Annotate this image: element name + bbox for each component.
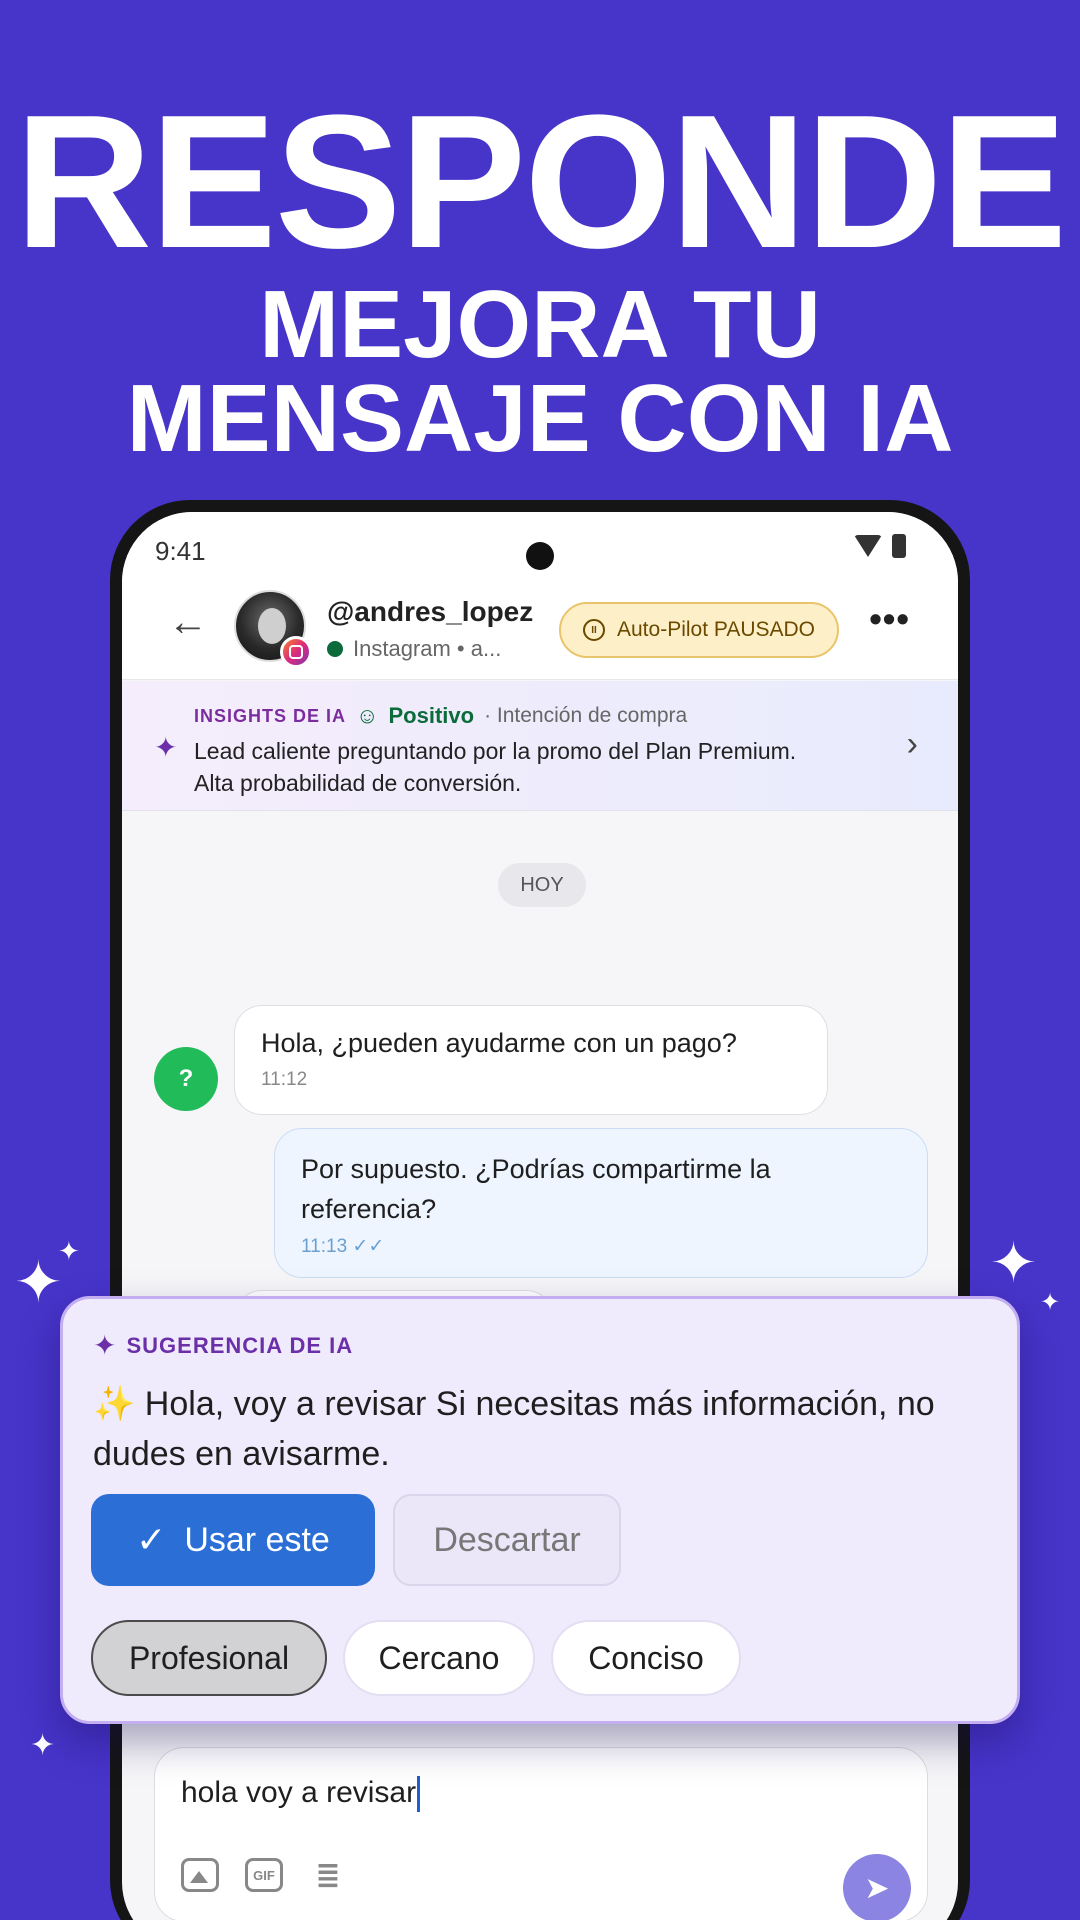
instagram-icon: [280, 636, 312, 668]
tone-chip-cercano[interactable]: Cercano: [343, 1620, 535, 1696]
promo-headline: RESPONDE: [14, 76, 1067, 288]
online-status-dot: [327, 641, 343, 657]
outgoing-message: Por supuesto. ¿Podrías compartirme la re…: [274, 1128, 928, 1278]
sparkle-icon: ✦: [1040, 1289, 1061, 1316]
insights-label: INSIGHTS DE IA: [194, 705, 347, 726]
back-arrow-icon[interactable]: ←: [168, 600, 208, 645]
promo-subheadline-line2: MENSAJE CON IA: [126, 365, 954, 472]
contact-username[interactable]: @andres_lopez: [327, 596, 533, 628]
tone-chip-profesional[interactable]: Profesional: [91, 1620, 327, 1696]
status-icons: [854, 534, 906, 558]
use-suggestion-label: Usar este: [184, 1520, 330, 1559]
message-time: 11:13: [301, 1236, 348, 1257]
ai-suggestion-card: ✦ SUGERENCIA DE IA ✨ Hola, voy a revisar…: [60, 1296, 1020, 1724]
template-list-icon[interactable]: ≣: [309, 1858, 347, 1892]
sparkle-icon: ✦: [30, 1729, 56, 1762]
sparkle-icon: ✦: [990, 1231, 1037, 1294]
autopilot-label: Auto-Pilot PAUSADO: [617, 618, 816, 641]
sparkle-icon: ✦: [58, 1236, 80, 1266]
text-caret: [417, 1776, 421, 1813]
ai-suggestion-header: ✦ SUGERENCIA DE IA: [93, 1329, 353, 1362]
image-icon[interactable]: [181, 1858, 219, 1892]
promo-subheadline-line1: MEJORA TU: [259, 271, 821, 378]
chat-header: ← @andres_lopez Instagram • a... II Auto…: [122, 572, 958, 680]
sparkle-icon: ✦: [93, 1330, 117, 1361]
intent-label: · Intención de compra: [484, 704, 688, 727]
status-bar: 9:41: [122, 512, 958, 572]
message-meta: 11:13 ✓✓: [301, 1235, 901, 1258]
camera-cutout: [526, 542, 554, 570]
sentiment-label: Positivo: [388, 703, 475, 728]
battery-icon: [892, 534, 906, 558]
ai-insights-banner[interactable]: ✦ INSIGHTS DE IA ☺ Positivo · Intención …: [122, 681, 958, 811]
sparkle-icon: ✦: [154, 732, 178, 763]
composer-toolbar: GIF ≣: [181, 1858, 347, 1892]
double-check-icon: ✓✓: [352, 1236, 385, 1257]
message-text: Hola, ¿pueden ayudarme con un pago?: [261, 1028, 737, 1058]
smiley-icon: ☺: [356, 703, 379, 728]
gif-icon[interactable]: GIF: [245, 1858, 283, 1892]
instagram-glyph: [289, 645, 303, 659]
insights-summary: Lead caliente preguntando por la promo d…: [194, 738, 797, 796]
status-time: 9:41: [155, 536, 206, 566]
contact-avatar: ?: [154, 1047, 218, 1111]
ai-suggestion-label: SUGERENCIA DE IA: [126, 1332, 354, 1358]
sparkle-icon: ✦: [14, 1250, 63, 1315]
use-suggestion-button[interactable]: ✓ Usar este: [91, 1494, 375, 1586]
autopilot-status-button[interactable]: II Auto-Pilot PAUSADO: [559, 602, 840, 658]
ai-suggestion-text: ✨ Hola, voy a revisar Si necesitas más i…: [93, 1379, 993, 1479]
contact-status-row: Instagram • a...: [327, 636, 501, 662]
channel-status: Instagram • a...: [353, 636, 502, 661]
message-composer[interactable]: hola voy a revisar GIF ≣ ➤: [154, 1747, 928, 1920]
sparkles-emoji-icon: ✨: [93, 1385, 136, 1423]
composer-value: hola voy a revisar: [181, 1776, 417, 1809]
chevron-right-icon[interactable]: ›: [907, 725, 918, 764]
insights-header: INSIGHTS DE IA ☺ Positivo · Intención de…: [194, 703, 687, 729]
message-text: Por supuesto. ¿Podrías compartirme la re…: [301, 1154, 771, 1224]
promo-subheadline: MEJORA TU MENSAJE CON IA: [0, 271, 1080, 472]
wifi-icon: [854, 535, 882, 557]
message-time: 11:12: [261, 1069, 308, 1090]
composer-input[interactable]: hola voy a revisar: [181, 1776, 421, 1813]
discard-suggestion-button[interactable]: Descartar: [393, 1494, 621, 1586]
avatar-face: [258, 608, 286, 644]
incoming-message: Hola, ¿pueden ayudarme con un pago? 11:1…: [234, 1005, 828, 1115]
send-icon: ➤: [864, 1871, 890, 1905]
tone-chip-conciso[interactable]: Conciso: [551, 1620, 741, 1696]
day-separator: HOY: [498, 863, 586, 907]
pause-icon: II: [583, 619, 605, 641]
suggestion-body: Hola, voy a revisar Si necesitas más inf…: [93, 1385, 935, 1473]
send-button[interactable]: ➤: [843, 1854, 911, 1920]
check-icon: ✓: [136, 1519, 167, 1560]
more-options-icon[interactable]: •••: [869, 598, 910, 640]
